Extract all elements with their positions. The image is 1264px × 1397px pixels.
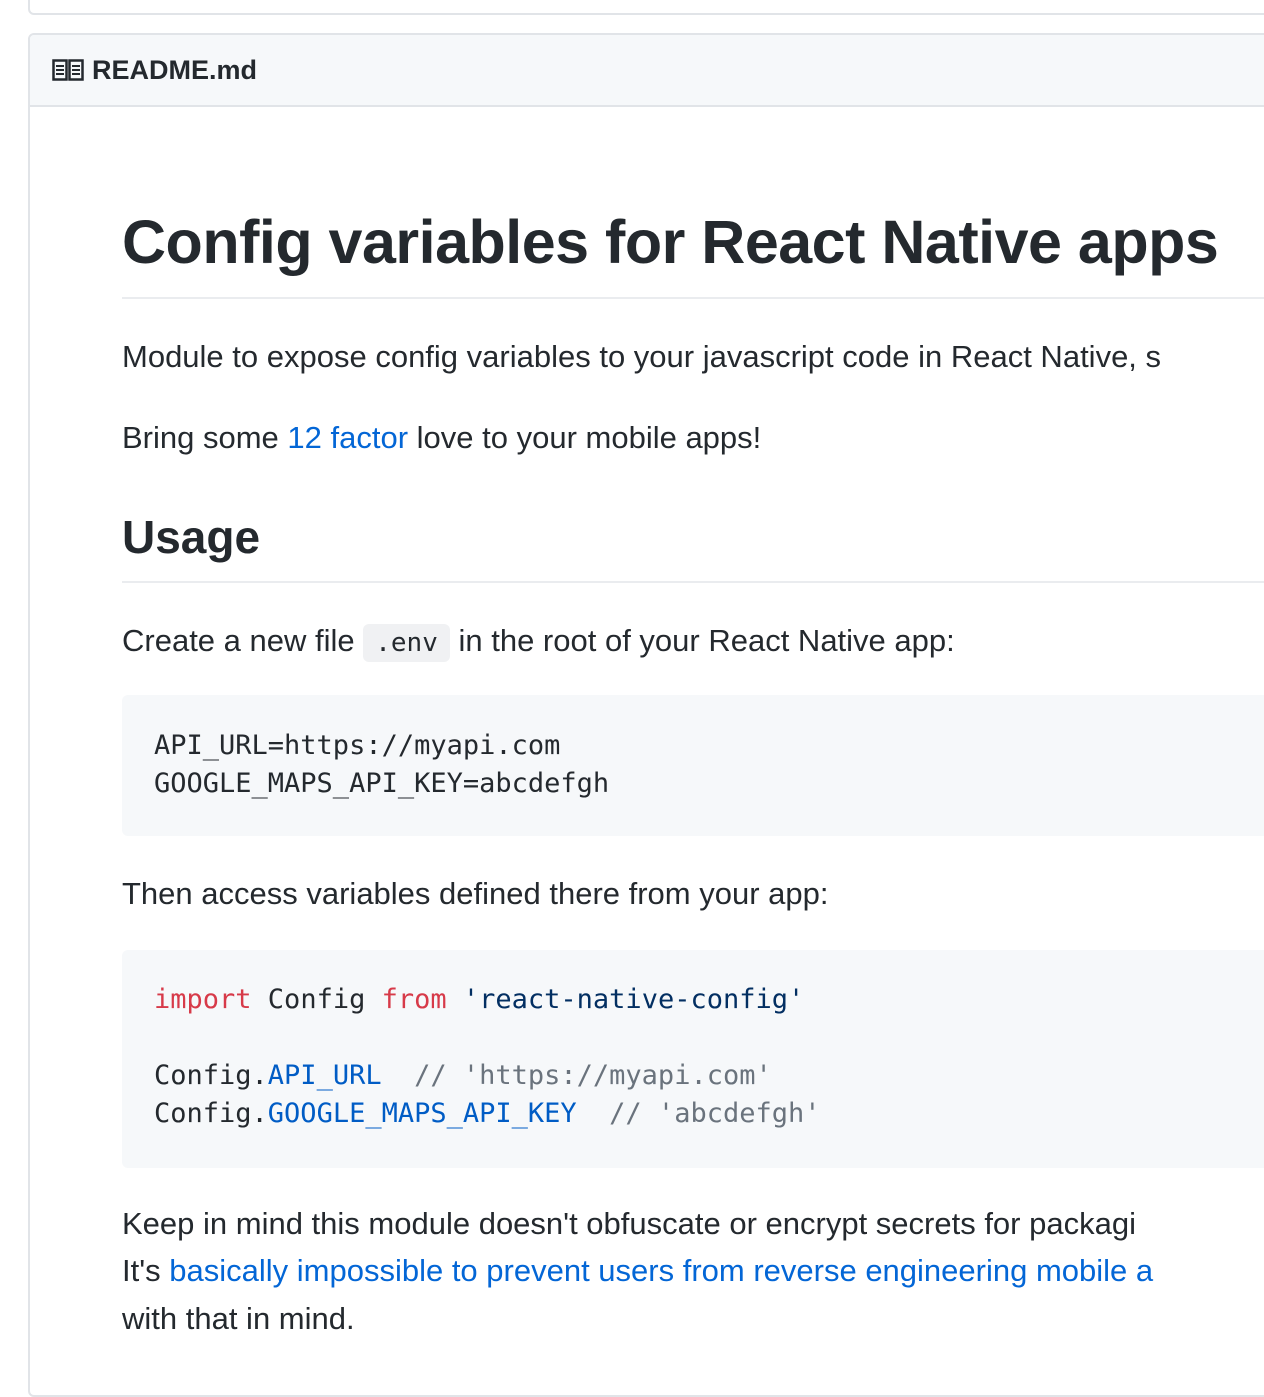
- bring-paragraph: Bring some 12 factor love to your mobile…: [122, 414, 761, 461]
- import-module: 'react-native-config': [446, 984, 805, 1015]
- readme-header: README.md: [30, 35, 1264, 107]
- usage-divider: [122, 581, 1264, 583]
- js-code-block: import Config from 'react-native-config'…: [122, 950, 1264, 1168]
- code-line: import Config from 'react-native-config': [154, 981, 1264, 1019]
- import-keyword: import: [154, 984, 252, 1015]
- readme-filename: README.md: [92, 54, 258, 85]
- readme-panel: README.md Config variables for React Nat…: [28, 33, 1264, 1397]
- page-title: Config variables for React Native apps: [122, 208, 1219, 276]
- intro-paragraph: Module to expose config variables to you…: [122, 339, 1162, 374]
- reverse-engineering-link[interactable]: basically impossible to prevent users fr…: [169, 1253, 1153, 1288]
- code-line: Config.API_URL // 'https://myapi.com': [154, 1057, 1264, 1095]
- code-line: GOOGLE_MAPS_API_KEY=abcdefgh: [154, 768, 610, 799]
- import-name: Config: [251, 984, 382, 1015]
- bring-suffix: love to your mobile apps!: [408, 420, 762, 455]
- code-comment: // 'abcdefgh': [576, 1098, 821, 1129]
- env-inline-code: .env: [363, 624, 450, 662]
- previous-panel: [28, 0, 1264, 15]
- keep-paragraph-line1: Keep in mind this module doesn't obfusca…: [122, 1206, 1136, 1241]
- code-line: API_URL=https://myapi.com: [154, 730, 561, 761]
- bring-prefix: Bring some: [122, 420, 288, 455]
- keep-paragraph-line2: It's basically impossible to prevent use…: [122, 1247, 1153, 1294]
- config-property: GOOGLE_MAPS_API_KEY: [267, 1098, 577, 1129]
- twelve-factor-link[interactable]: 12 factor: [287, 420, 408, 455]
- create-suffix: in the root of your React Native app:: [449, 623, 955, 658]
- code-comment: // 'https://myapi.com': [381, 1060, 772, 1091]
- keep-paragraph-line3: with that in mind.: [122, 1301, 355, 1336]
- create-paragraph: Create a new file .env in the root of yo…: [122, 617, 955, 667]
- create-prefix: Create a new file: [122, 623, 364, 658]
- title-divider: [122, 297, 1264, 299]
- config-object: Config.: [154, 1098, 268, 1129]
- book-icon: [52, 58, 84, 82]
- config-property: API_URL: [267, 1060, 382, 1091]
- usage-heading: Usage: [122, 511, 261, 563]
- from-keyword: from: [381, 984, 447, 1015]
- env-code-block: API_URL=https://myapi.com GOOGLE_MAPS_AP…: [122, 695, 1264, 836]
- then-paragraph: Then access variables defined there from…: [122, 876, 829, 911]
- code-line: Config.GOOGLE_MAPS_API_KEY // 'abcdefgh': [154, 1095, 1264, 1133]
- keep-prefix: It's: [122, 1253, 170, 1288]
- config-object: Config.: [154, 1060, 268, 1091]
